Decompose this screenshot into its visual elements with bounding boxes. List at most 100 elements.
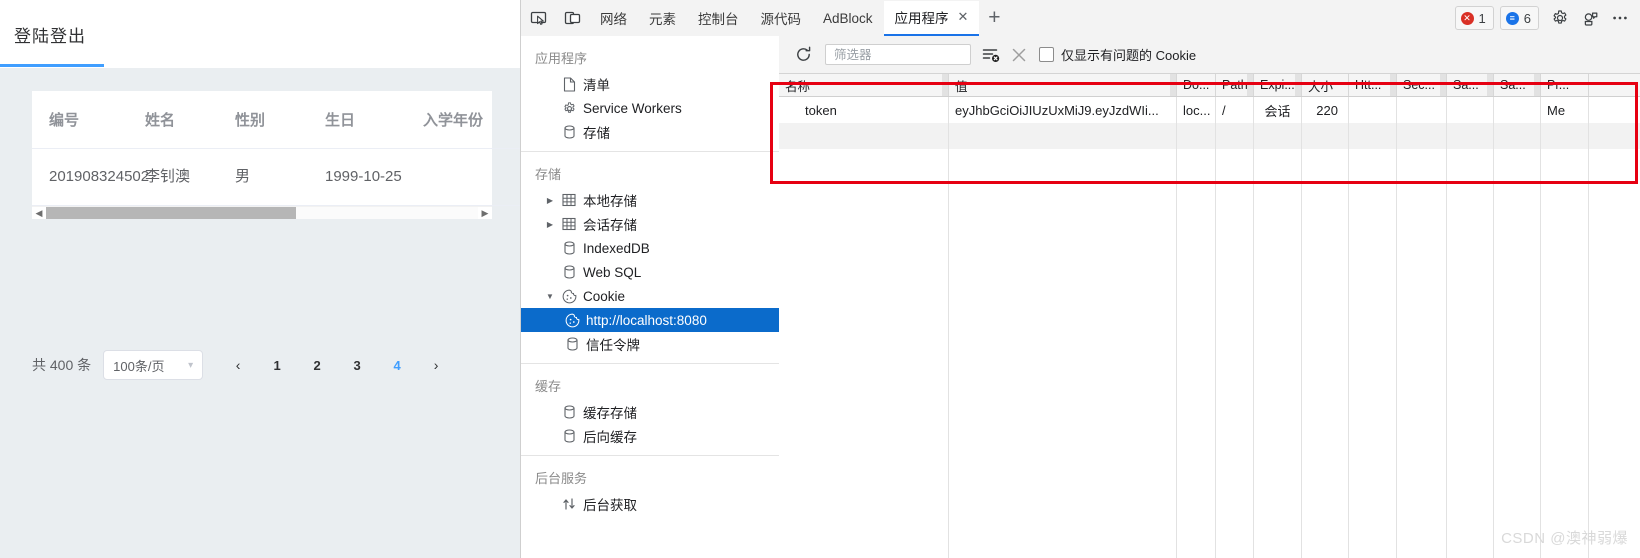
tab-elements[interactable]: 元素 [638, 1, 687, 36]
sidebar-label: 后向缓存 [583, 430, 637, 445]
pagination-page-3[interactable]: 3 [344, 351, 370, 379]
refresh-icon[interactable] [789, 41, 817, 69]
column-resize-grip[interactable] [942, 74, 948, 96]
col-header-no[interactable]: 编号 [32, 91, 145, 149]
sidebar-item-manifest[interactable]: ▶ 清单 [521, 72, 779, 96]
chevron-down-icon[interactable]: ▼ [543, 289, 557, 303]
page-size-select[interactable]: 100条/页 ▾ [103, 350, 204, 380]
pagination-page-1[interactable]: 1 [264, 351, 290, 379]
column-resize-grip[interactable] [1390, 74, 1396, 96]
add-panel-button[interactable]: + [979, 1, 1009, 35]
grid-col-priority[interactable]: Pr... [1541, 74, 1589, 96]
twisty-placeholder: ▶ [543, 429, 557, 443]
chevron-right-icon[interactable]: ▶ [543, 217, 557, 231]
filter-input-wrap[interactable] [825, 44, 971, 65]
pagination-prev-button[interactable]: ‹ [225, 351, 251, 379]
pagination-next-button[interactable]: › [423, 351, 449, 379]
sidebar-item-indexeddb[interactable]: ▶ IndexedDB [521, 236, 779, 260]
filter-input[interactable] [832, 46, 964, 63]
grid-col-httponly[interactable]: Htt... [1349, 74, 1397, 96]
table-row[interactable]: 201908324502 李钊澳 男 1999-10-25 [32, 148, 520, 206]
cell-path [1216, 123, 1254, 149]
pagination-page-4[interactable]: 4 [384, 351, 410, 379]
info-badge[interactable]: ≡ 6 [1499, 6, 1539, 30]
grid-empty-col [1494, 149, 1541, 558]
checkbox-box[interactable] [1039, 47, 1054, 62]
table-icon [558, 215, 580, 233]
pagination-page-2[interactable]: 2 [304, 351, 330, 379]
chevron-down-icon: ▾ [188, 359, 194, 371]
table-row[interactable]: token eyJhbGciOiJIUzUxMiJ9.eyJzdWIi... l… [779, 97, 1640, 123]
clear-filter-icon[interactable] [977, 41, 1005, 69]
gear-icon[interactable] [1545, 3, 1575, 33]
sidebar-item-cookie[interactable]: ▼ Cookie [521, 284, 779, 308]
col-header-birthday[interactable]: 生日 [325, 91, 423, 149]
grid-col-size[interactable]: 大小 [1302, 74, 1349, 96]
tab-network[interactable]: 网络 [589, 1, 638, 36]
grid-col-label: Pr... [1547, 78, 1570, 92]
col-header-name[interactable]: 姓名 [145, 91, 235, 149]
cell-value: eyJhbGciOiJIUzUxMiJ9.eyJzdWIi... [949, 97, 1177, 123]
grid-col-secure[interactable]: Sec... [1397, 74, 1447, 96]
grid-empty-col [1447, 149, 1494, 558]
sidebar-item-cache-storage[interactable]: ▶ 缓存存储 [521, 400, 779, 424]
sidebar-item-storage[interactable]: ▶ 存储 [521, 120, 779, 144]
tab-login-logout[interactable]: 登陆登出 [14, 22, 86, 47]
column-resize-grip[interactable] [1295, 74, 1301, 96]
tab-sources[interactable]: 源代码 [750, 1, 813, 36]
page-tabbar: 登陆登出 [0, 0, 520, 68]
more-options-icon[interactable] [1605, 3, 1635, 33]
grid-col-path[interactable]: Path [1216, 74, 1254, 96]
grid-col-name[interactable]: 名称 [779, 74, 949, 96]
sidebar-item-trust-tokens[interactable]: 信任令牌 [521, 332, 779, 356]
twisty-placeholder: ▶ [543, 405, 557, 419]
scroll-thumb[interactable] [46, 207, 296, 219]
scroll-left-arrow-icon[interactable]: ◀ [32, 207, 46, 219]
device-toolbar-icon[interactable] [555, 1, 589, 35]
close-icon[interactable] [1005, 41, 1033, 69]
close-icon[interactable]: ✕ [958, 9, 969, 25]
dock-icon[interactable] [1575, 3, 1605, 33]
col-header-enroll-year[interactable]: 入学年份 [423, 91, 520, 149]
column-resize-grip[interactable] [1534, 74, 1540, 96]
scroll-right-arrow-icon[interactable]: ▶ [478, 207, 492, 219]
grid-col-sameparty[interactable]: Sa... [1494, 74, 1541, 96]
chevron-right-icon[interactable]: ▶ [543, 193, 557, 207]
column-resize-grip[interactable] [1170, 74, 1176, 96]
only-problem-cookies-checkbox[interactable]: 仅显示有问题的 Cookie [1039, 45, 1196, 64]
grid-empty-col [1177, 149, 1216, 558]
column-resize-grip[interactable] [1247, 74, 1253, 96]
col-header-sex[interactable]: 性别 [235, 91, 325, 149]
column-resize-grip[interactable] [1487, 74, 1493, 96]
cell-samesite [1447, 123, 1494, 149]
cookie-grid-header: 名称 值 Do... Path Expi... 大小 Htt... Sec...… [779, 74, 1640, 97]
cell-size: 220 [1302, 97, 1349, 123]
sidebar-item-cookie-origin[interactable]: http://localhost:8080 [521, 308, 779, 332]
inspect-element-icon[interactable] [521, 1, 555, 35]
tab-console[interactable]: 控制台 [687, 1, 750, 36]
cell-value [949, 123, 1177, 149]
grid-col-domain[interactable]: Do... [1177, 74, 1216, 96]
sidebar-item-back-forward-cache[interactable]: ▶ 后向缓存 [521, 424, 779, 448]
sidebar-item-session-storage[interactable]: ▶ 会话存储 [521, 212, 779, 236]
grid-col-label: Sec... [1403, 78, 1435, 92]
info-count: 6 [1523, 10, 1531, 26]
grid-col-value[interactable]: 值 [949, 74, 1177, 96]
grid-col-samesite[interactable]: Sa... [1447, 74, 1494, 96]
sidebar-item-background-fetch[interactable]: ▶ 后台获取 [521, 492, 779, 516]
scroll-track[interactable] [46, 207, 478, 219]
column-resize-grip[interactable] [1440, 74, 1446, 96]
grid-empty-col [1541, 149, 1589, 558]
sidebar-label: 存储 [583, 126, 610, 141]
grid-col-expires[interactable]: Expi... [1254, 74, 1302, 96]
sidebar-item-websql[interactable]: ▶ Web SQL [521, 260, 779, 284]
table-horizontal-scrollbar[interactable]: ◀ ▶ [32, 206, 492, 219]
sidebar-item-local-storage[interactable]: ▶ 本地存储 [521, 188, 779, 212]
table-row[interactable] [779, 123, 1640, 149]
tab-adblock[interactable]: AdBlock [812, 1, 884, 36]
error-badge[interactable]: ✕ 1 [1454, 6, 1494, 30]
cookie-data-grid: 名称 值 Do... Path Expi... 大小 Htt... Sec...… [779, 74, 1640, 558]
tab-application[interactable]: 应用程序 ✕ [883, 0, 980, 36]
cell-expires: 会话 [1254, 97, 1302, 123]
sidebar-item-service-workers[interactable]: ▶ Service Workers [521, 96, 779, 120]
